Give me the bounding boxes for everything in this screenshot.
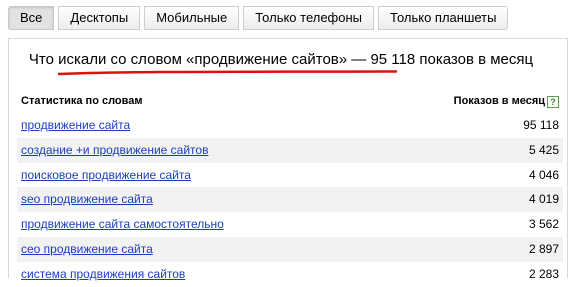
- query-link[interactable]: seo продвижение сайта: [21, 192, 153, 206]
- table-row: поисковое продвижение сайта 4 046: [17, 163, 563, 188]
- heading-query-link[interactable]: Что искали со словом «продвижение сайтов…: [29, 51, 347, 68]
- impressions-count: 95 118: [523, 118, 559, 132]
- tab-all[interactable]: Все: [8, 6, 55, 30]
- impressions-count: 4 019: [528, 192, 559, 207]
- heading-suffix: показов в месяц: [415, 51, 534, 68]
- heading-separator: —: [347, 51, 371, 68]
- impressions-count: 2 283: [528, 266, 559, 281]
- impressions-count: 4 046: [528, 167, 559, 182]
- table-row: продвижение сайта 95 118: [17, 113, 563, 138]
- stats-panel: Что искали со словом «продвижение сайтов…: [8, 38, 568, 281]
- help-icon[interactable]: ?: [547, 96, 559, 108]
- column-phrase-header: Статистика по словам: [21, 95, 143, 107]
- device-tabs: Все Десктопы Мобильные Только телефоны Т…: [8, 6, 512, 30]
- table-row: система продвижения сайтов 2 283: [17, 262, 563, 287]
- tab-tablets-only[interactable]: Только планшеты: [378, 6, 509, 30]
- impressions-count: 3 562: [528, 217, 559, 232]
- impressions-count: 2 897: [528, 241, 559, 256]
- tab-phones-only[interactable]: Только телефоны: [243, 6, 375, 30]
- table-row: создание +и продвижение сайтов 5 425: [17, 137, 563, 163]
- tab-mobile[interactable]: Мобильные: [144, 6, 240, 30]
- heading-count: 95 118: [370, 51, 416, 68]
- table-row: продвижение сайта самостоятельно 3 562: [17, 212, 563, 237]
- red-underline-annotation: [58, 70, 398, 76]
- query-link[interactable]: сео продвижение сайта: [21, 242, 153, 256]
- table-row: seo продвижение сайта 4 019: [17, 187, 563, 213]
- query-link[interactable]: продвижение сайта: [21, 118, 130, 132]
- stats-table: продвижение сайта 95 118 создание +и про…: [17, 113, 563, 287]
- table-header: Статистика по словам Показов в месяц ?: [21, 95, 559, 111]
- query-link[interactable]: создание +и продвижение сайтов: [21, 143, 208, 157]
- page-title: Что искали со словом «продвижение сайтов…: [21, 50, 541, 69]
- column-count-header: Показов в месяц: [453, 95, 545, 107]
- query-link[interactable]: поисковое продвижение сайта: [21, 168, 191, 182]
- table-row: сео продвижение сайта 2 897: [17, 236, 563, 262]
- query-link[interactable]: продвижение сайта самостоятельно: [21, 217, 224, 231]
- impressions-count: 5 425: [528, 142, 559, 157]
- tab-desktops[interactable]: Десктопы: [58, 6, 141, 30]
